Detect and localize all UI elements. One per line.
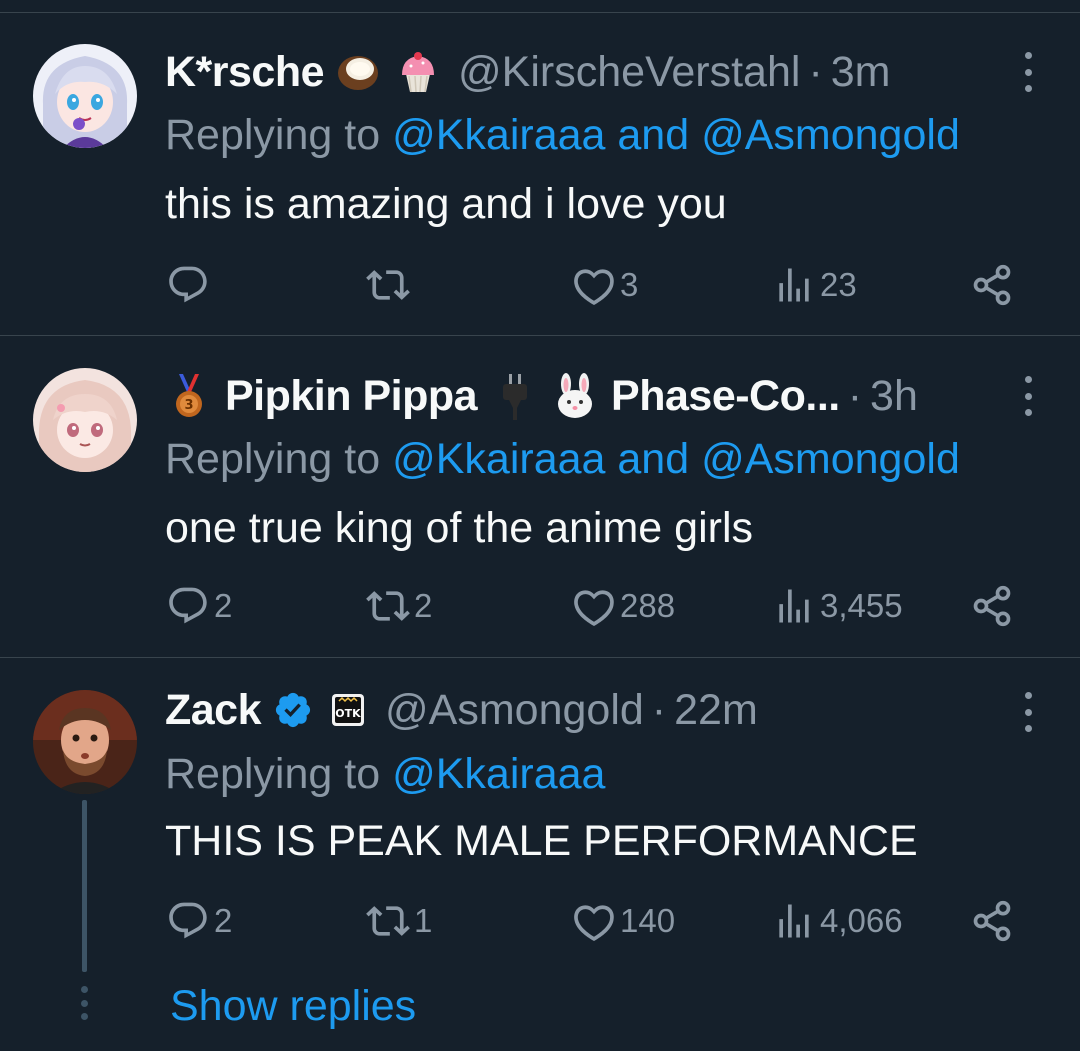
separator-dot: · <box>651 686 667 734</box>
views-icon <box>779 589 809 623</box>
replying-to-label: Replying to <box>165 111 393 159</box>
tweet-pipkin[interactable]: 3 Pipkin Pippa Phase-Co... · 3h Replying… <box>0 336 1080 658</box>
replying-to: Replying to @Kkairaaa and @Asmongold <box>165 107 960 163</box>
timestamp[interactable]: 3h <box>870 368 918 424</box>
retweet-button[interactable] <box>366 257 414 313</box>
separator-dot: · <box>847 372 863 420</box>
avatar-pipkin[interactable] <box>33 368 137 472</box>
tweet-text: one true king of the anime girls <box>165 504 753 552</box>
reply-icon <box>169 587 207 624</box>
otk-badge-icon: OTK <box>331 693 365 727</box>
action-bar: 2 1 140 4,066 <box>0 893 1080 949</box>
like-count: 288 <box>620 587 676 624</box>
display-name-suffix[interactable]: Phase-Co... <box>611 368 840 424</box>
view-count: 3,455 <box>820 587 903 624</box>
share-button[interactable] <box>970 578 1014 634</box>
retweet-icon <box>366 270 410 300</box>
medal-emoji: 3 <box>165 372 213 420</box>
retweet-count: 2 <box>414 587 433 624</box>
retweet-button[interactable]: 2 <box>366 578 432 634</box>
display-name[interactable]: Zack <box>165 682 262 738</box>
views-icon <box>779 268 809 302</box>
reply-count: 2 <box>214 587 233 624</box>
display-name[interactable]: Pipkin Pippa <box>225 368 478 424</box>
replying-to-mentions[interactable]: @Kkairaaa and @Asmongold <box>392 111 960 159</box>
reply-feed: K*rsche @KirscheVerstahl · 3m Replying t… <box>0 0 1080 1051</box>
like-count: 3 <box>620 266 639 303</box>
views-button[interactable]: 23 <box>772 257 857 313</box>
retweet-button[interactable]: 1 <box>366 893 432 949</box>
share-icon <box>973 585 1011 627</box>
more-options-icon[interactable] <box>1022 52 1034 92</box>
avatar-kirsche[interactable] <box>33 44 137 148</box>
reply-icon <box>169 266 207 303</box>
retweet-count: 1 <box>414 902 433 939</box>
otk-badge-text: OTK <box>335 707 361 720</box>
like-button[interactable]: 288 <box>572 578 675 634</box>
user-handle[interactable]: @KirscheVerstahl <box>458 44 800 100</box>
reply-button[interactable] <box>166 257 214 313</box>
replying-to-mentions[interactable]: @Kkairaaa and @Asmongold <box>392 435 960 483</box>
show-replies-link[interactable]: Show replies <box>170 978 416 1034</box>
tweet-header: 3 Pipkin Pippa Phase-Co... · 3h <box>165 368 918 424</box>
like-button[interactable]: 140 <box>572 893 675 949</box>
thread-line <box>82 800 87 972</box>
display-name[interactable]: K*rsche <box>165 44 325 100</box>
tweet-header: K*rsche @KirscheVerstahl · 3m <box>165 44 891 100</box>
retweet-icon <box>366 591 410 621</box>
heart-icon <box>574 905 614 942</box>
replying-to-mentions[interactable]: @Kkairaaa <box>392 750 605 798</box>
svg-text:3: 3 <box>184 398 193 413</box>
views-icon <box>779 904 809 938</box>
avatar-zack[interactable] <box>33 690 137 794</box>
like-count: 140 <box>620 902 676 939</box>
views-button[interactable]: 3,455 <box>772 578 903 634</box>
tweet-kirsche[interactable]: K*rsche @KirscheVerstahl · 3m Replying t… <box>0 0 1080 336</box>
timestamp[interactable]: 3m <box>831 44 891 100</box>
verified-badge-icon <box>273 690 313 730</box>
tweet-header: Zack OTK @Asmongold · 22m <box>165 682 758 738</box>
action-bar: 2 2 288 3,455 <box>0 578 1080 634</box>
cupcake-emoji <box>394 48 442 96</box>
like-button[interactable]: 3 <box>572 257 638 313</box>
plug-emoji <box>491 372 539 420</box>
replying-to: Replying to @Kkairaaa <box>165 746 605 802</box>
more-options-icon[interactable] <box>1022 376 1034 416</box>
replying-to-label: Replying to <box>165 750 393 798</box>
action-bar: 3 23 <box>0 257 1080 313</box>
views-button[interactable]: 4,066 <box>772 893 903 949</box>
coconut-emoji <box>334 48 382 96</box>
retweet-icon <box>366 906 410 936</box>
share-icon <box>973 900 1011 942</box>
share-icon <box>973 264 1011 306</box>
share-button[interactable] <box>970 893 1014 949</box>
thread-dots-icon <box>80 986 89 1020</box>
tweet-zack[interactable]: Zack OTK @Asmongold · 22m Replying to @K… <box>0 658 1080 1051</box>
reply-count: 2 <box>214 902 233 939</box>
share-button[interactable] <box>970 257 1014 313</box>
reply-icon <box>169 902 207 939</box>
rabbit-emoji <box>551 372 599 420</box>
reply-button[interactable]: 2 <box>166 893 232 949</box>
heart-icon <box>574 269 614 306</box>
reply-button[interactable]: 2 <box>166 578 232 634</box>
separator-dot: · <box>808 48 823 96</box>
replying-to-label: Replying to <box>165 435 393 483</box>
timestamp[interactable]: 22m <box>674 682 758 738</box>
replying-to: Replying to @Kkairaaa and @Asmongold <box>165 431 960 487</box>
heart-icon <box>574 590 614 627</box>
view-count: 23 <box>820 266 857 303</box>
tweet-text: THIS IS PEAK MALE PERFORMANCE <box>165 817 918 865</box>
view-count: 4,066 <box>820 902 903 939</box>
tweet-text: this is amazing and i love you <box>165 180 727 228</box>
user-handle[interactable]: @Asmongold <box>385 682 644 738</box>
more-options-icon[interactable] <box>1022 692 1034 732</box>
